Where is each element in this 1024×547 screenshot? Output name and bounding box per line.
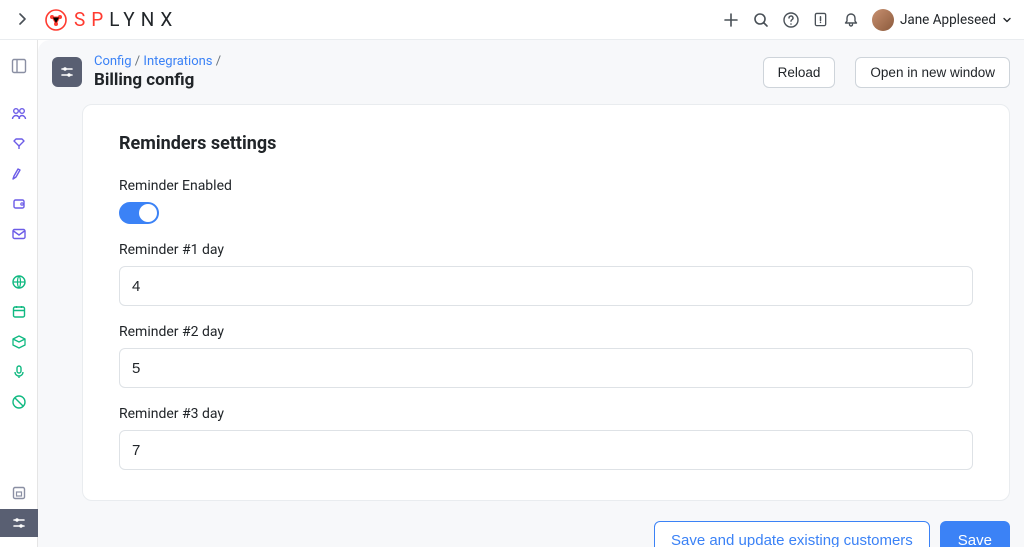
add-button[interactable] bbox=[716, 5, 746, 35]
notifications-button[interactable] bbox=[836, 5, 866, 35]
reminder-enabled-toggle[interactable] bbox=[119, 202, 159, 224]
sidebar-item-networking[interactable] bbox=[0, 268, 38, 296]
breadcrumb-config[interactable]: Config bbox=[94, 54, 132, 69]
open-new-window-button[interactable]: Open in new window bbox=[855, 57, 1010, 88]
reminder-enabled-label: Reminder Enabled bbox=[119, 178, 973, 194]
reminder-1-input[interactable] bbox=[119, 266, 973, 306]
reminder-1-label: Reminder #1 day bbox=[119, 242, 973, 258]
reminder-3-label: Reminder #3 day bbox=[119, 406, 973, 422]
sidebar-item-tickets[interactable] bbox=[0, 160, 38, 188]
breadcrumb-integrations[interactable]: Integrations bbox=[143, 54, 212, 69]
main-content: Config / Integrations / Billing config R… bbox=[38, 40, 1024, 547]
config-icon bbox=[52, 57, 82, 87]
sidebar-item-scheduling[interactable] bbox=[0, 298, 38, 326]
help-button[interactable] bbox=[776, 5, 806, 35]
save-button[interactable]: Save bbox=[940, 521, 1010, 547]
avatar bbox=[872, 9, 894, 31]
reminder-enabled-field: Reminder Enabled bbox=[119, 178, 973, 224]
logo-mark-icon bbox=[44, 8, 68, 32]
reminder-2-label: Reminder #2 day bbox=[119, 324, 973, 340]
sidebar-item-crm[interactable] bbox=[0, 130, 38, 158]
sidebar-item-finance[interactable] bbox=[0, 190, 38, 218]
reminder-3-input[interactable] bbox=[119, 430, 973, 470]
sidebar-item-dashboard[interactable] bbox=[0, 52, 38, 80]
card-title: Reminders settings bbox=[119, 133, 973, 154]
sidebar-item-config[interactable] bbox=[0, 509, 38, 537]
topbar: SPLYNX Jane Appleseed bbox=[0, 0, 1024, 40]
search-button[interactable] bbox=[746, 5, 776, 35]
sidebar-item-customers[interactable] bbox=[0, 100, 38, 128]
sidebar-item-messages[interactable] bbox=[0, 220, 38, 248]
reminder-2-field: Reminder #2 day bbox=[119, 324, 973, 388]
sidebar-item-blocked[interactable] bbox=[0, 388, 38, 416]
reminder-1-field: Reminder #1 day bbox=[119, 242, 973, 306]
sidebar-item-inventory[interactable] bbox=[0, 328, 38, 356]
user-menu[interactable]: Jane Appleseed bbox=[872, 9, 1012, 31]
page-header: Config / Integrations / Billing config R… bbox=[52, 54, 1010, 90]
save-and-update-button[interactable]: Save and update existing customers bbox=[654, 521, 930, 547]
form-actions: Save and update existing customers Save bbox=[82, 521, 1010, 547]
chevron-down-icon bbox=[1002, 15, 1012, 25]
reminders-settings-card: Reminders settings Reminder Enabled Remi… bbox=[82, 104, 1010, 501]
reminder-3-field: Reminder #3 day bbox=[119, 406, 973, 470]
expand-sidebar-button[interactable] bbox=[12, 11, 32, 29]
reload-button[interactable]: Reload bbox=[763, 57, 836, 88]
sidebar bbox=[0, 40, 38, 547]
sidebar-item-administration[interactable] bbox=[0, 479, 38, 507]
logo-text: SPLYNX bbox=[74, 8, 178, 31]
sidebar-item-voice[interactable] bbox=[0, 358, 38, 386]
user-name: Jane Appleseed bbox=[900, 12, 996, 28]
page-title: Billing config bbox=[94, 70, 221, 90]
docs-button[interactable] bbox=[806, 5, 836, 35]
breadcrumb: Config / Integrations / bbox=[94, 54, 221, 69]
brand-logo[interactable]: SPLYNX bbox=[44, 8, 178, 32]
reminder-2-input[interactable] bbox=[119, 348, 973, 388]
